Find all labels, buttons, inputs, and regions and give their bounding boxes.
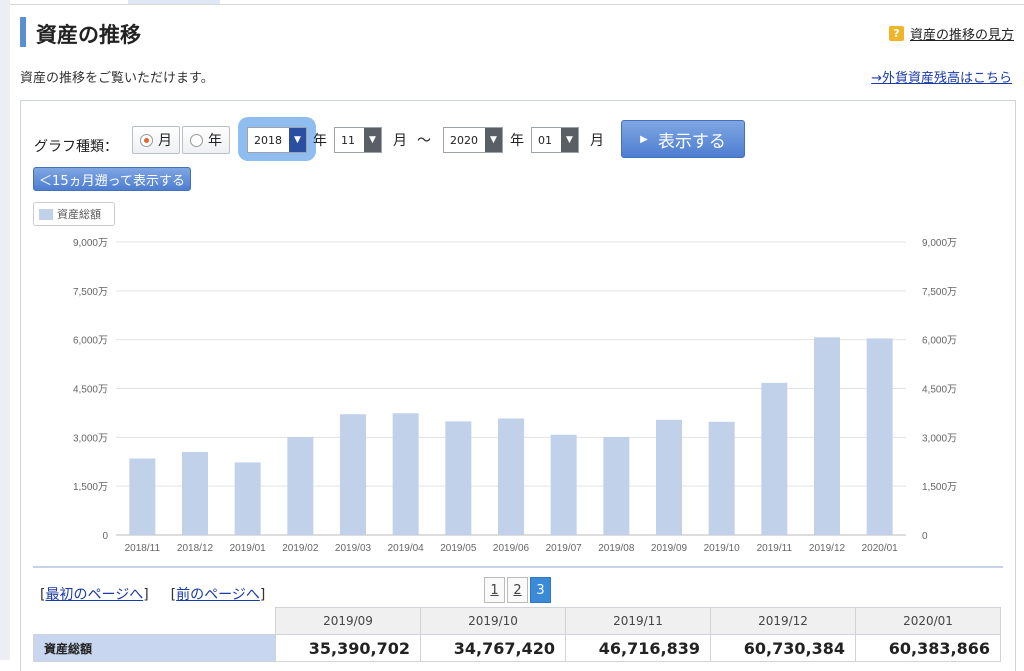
x-tick-label: 2019/11 bbox=[757, 543, 793, 554]
y-tick-label-left: 3,000万 bbox=[73, 433, 108, 444]
table-cell: 46,716,839 bbox=[565, 634, 711, 662]
y-tick-label-right: 6,000万 bbox=[922, 336, 957, 347]
page-3-button[interactable]: 3 bbox=[530, 577, 551, 603]
table-header-cell: 2019/10 bbox=[420, 607, 566, 635]
bar bbox=[814, 337, 840, 535]
y-tick-label-left: 7,500万 bbox=[73, 287, 108, 298]
bar bbox=[498, 418, 524, 535]
x-tick-label: 2018/12 bbox=[177, 543, 214, 554]
asset-table: 2019/09 2019/10 2019/11 2019/12 2020/01 … bbox=[33, 607, 1001, 662]
bar bbox=[234, 462, 261, 535]
page-2-button[interactable]: 2 bbox=[507, 577, 528, 603]
bar bbox=[656, 419, 682, 535]
x-tick-label: 2019/07 bbox=[546, 543, 583, 554]
x-tick-label: 2019/04 bbox=[388, 543, 425, 554]
pager-links: [最初のページへ] [前のページへ] bbox=[40, 584, 265, 604]
x-tick-label: 2019/01 bbox=[230, 543, 267, 554]
chart-divider bbox=[33, 566, 1003, 568]
bar bbox=[708, 421, 735, 535]
y-tick-label-left: 6,000万 bbox=[73, 336, 108, 347]
asset-chart: 0 0 1,500万 1,500万 3,000万 3,000万 4,500万 4,500万 6,… bbox=[73, 238, 957, 554]
first-page-link[interactable]: [最初のページへ] bbox=[40, 584, 149, 604]
x-tick-label: 2020/01 bbox=[862, 543, 899, 554]
bar bbox=[182, 451, 208, 535]
bar bbox=[761, 382, 788, 535]
x-tick-label: 2018/11 bbox=[125, 543, 161, 554]
bar bbox=[129, 458, 156, 535]
prev-page-link[interactable]: [前のページへ] bbox=[171, 584, 266, 604]
y-tick-label-left: 1,500万 bbox=[73, 482, 108, 493]
table-header-cell: 2019/11 bbox=[565, 607, 711, 635]
table-cell: 34,767,420 bbox=[420, 634, 566, 662]
bar bbox=[392, 413, 419, 535]
bar bbox=[287, 437, 314, 535]
y-tick-label-left: 0 bbox=[102, 531, 108, 542]
table-cell: 60,730,384 bbox=[710, 634, 856, 662]
bar bbox=[603, 437, 630, 535]
bar bbox=[340, 414, 366, 535]
y-tick-label-right: 4,500万 bbox=[922, 385, 957, 396]
y-tick-label-right: 1,500万 bbox=[922, 482, 957, 493]
table-cell: 35,390,702 bbox=[275, 634, 421, 662]
bar bbox=[550, 434, 577, 535]
bar bbox=[445, 421, 472, 535]
x-tick-label: 2019/10 bbox=[704, 543, 741, 554]
table-header-cell: 2019/09 bbox=[275, 607, 421, 635]
table-header-row: 2019/09 2019/10 2019/11 2019/12 2020/01 bbox=[34, 607, 1001, 635]
y-tick-label-right: 9,000万 bbox=[922, 238, 957, 249]
x-tick-label: 2019/09 bbox=[651, 543, 688, 554]
x-tick-label: 2019/05 bbox=[440, 543, 477, 554]
x-tick-label: 2019/08 bbox=[598, 543, 635, 554]
page-1-button[interactable]: 1 bbox=[484, 577, 505, 603]
y-tick-label-right: 3,000万 bbox=[922, 433, 957, 444]
y-tick-label-left: 9,000万 bbox=[73, 238, 108, 249]
x-tick-label: 2019/06 bbox=[493, 543, 530, 554]
table-corner bbox=[34, 608, 276, 635]
table-header-cell: 2019/12 bbox=[710, 607, 856, 635]
y-tick-label-right: 7,500万 bbox=[922, 287, 957, 298]
x-tick-label: 2019/02 bbox=[282, 543, 319, 554]
x-tick-label: 2019/03 bbox=[335, 543, 372, 554]
table-header-cell: 2020/01 bbox=[855, 607, 1001, 635]
x-tick-label: 2019/12 bbox=[809, 543, 846, 554]
table-row: 資産総額 35,390,702 34,767,420 46,716,839 60… bbox=[33, 634, 1001, 662]
table-cell: 60,383,866 bbox=[855, 634, 1001, 662]
table-row-label: 資産総額 bbox=[33, 634, 276, 662]
y-tick-label-right: 0 bbox=[922, 531, 928, 542]
y-tick-label-left: 4,500万 bbox=[73, 385, 108, 396]
bar bbox=[866, 338, 893, 535]
